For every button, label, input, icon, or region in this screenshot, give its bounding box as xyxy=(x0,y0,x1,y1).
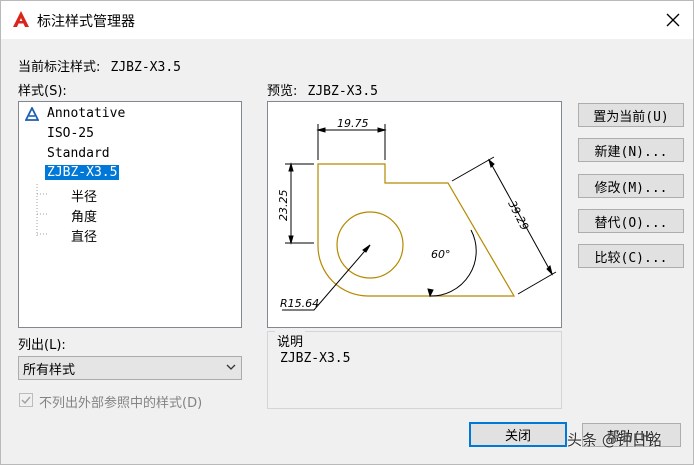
styles-label: 样式(S): xyxy=(18,84,67,99)
list-item-zjbz-x3-5[interactable]: ZJBZ-X3.5 xyxy=(45,165,120,180)
list-item-diameter[interactable]: 直径 xyxy=(71,226,97,245)
dimension-texts: 19.75 23.25 39.29 60° R15.64 xyxy=(277,117,531,310)
dim-diagonal-text: 39.29 xyxy=(505,198,531,232)
list-filter-label: 列出(L): xyxy=(18,338,66,353)
part-outline xyxy=(317,163,516,297)
preview-label-row: 预览: ZJBZ-X3.5 xyxy=(267,80,378,99)
current-style-row: 当前标注样式: ZJBZ-X3.5 xyxy=(18,56,181,75)
close-button[interactable] xyxy=(659,7,687,33)
title-bar: 标注样式管理器 xyxy=(1,1,693,39)
preview-drawing: 19.75 23.25 39.29 60° R15.64 xyxy=(277,117,557,311)
dim-left-text: 23.25 xyxy=(277,190,290,222)
annotative-icon xyxy=(25,107,39,121)
autocad-logo-icon xyxy=(13,11,29,27)
exclude-xref-label: 不列出外部参照中的样式(D) xyxy=(39,396,203,411)
list-item-angle[interactable]: 角度 xyxy=(71,206,97,225)
preview-panel: 19.75 23.25 39.29 60° R15.64 xyxy=(267,101,562,328)
dim-top-text: 19.75 xyxy=(337,117,369,130)
list-item-annotative[interactable]: Annotative xyxy=(47,106,125,121)
modify-button[interactable]: 修改(M)... xyxy=(578,174,684,198)
dim-angle-text: 60° xyxy=(431,248,451,261)
exclude-xref-checkbox[interactable] xyxy=(19,393,33,407)
list-item-iso-25[interactable]: ISO-25 xyxy=(47,126,94,141)
description-value: ZJBZ-X3.5 xyxy=(280,351,351,366)
list-filter-dropdown[interactable]: 所有样式 xyxy=(18,356,242,380)
styles-list[interactable]: Annotative ISO-25 Standard ZJBZ-X3.5 半径 … xyxy=(18,101,242,328)
watermark-text: 头条 @钟日铭 xyxy=(567,431,662,449)
chevron-down-icon xyxy=(226,364,236,370)
set-current-button[interactable]: 置为当前(U) xyxy=(578,103,684,127)
checkmark-icon xyxy=(21,396,31,405)
current-style-value: ZJBZ-X3.5 xyxy=(110,60,181,75)
close-dialog-button[interactable]: 关闭 xyxy=(469,422,567,447)
preview-style-name: ZJBZ-X3.5 xyxy=(307,84,378,99)
new-button[interactable]: 新建(N)... xyxy=(578,138,684,162)
dimension-style-manager-dialog: 标注样式管理器 当前标注样式: ZJBZ-X3.5 样式(S): Annotat… xyxy=(0,0,694,465)
description-label: 说明 xyxy=(275,331,306,350)
current-style-label: 当前标注样式: xyxy=(18,60,101,75)
list-item-radius[interactable]: 半径 xyxy=(71,186,97,205)
dim-radius-text: R15.64 xyxy=(280,297,319,310)
preview-label: 预览: xyxy=(267,84,298,99)
tree-lines xyxy=(36,184,49,236)
list-item-standard[interactable]: Standard xyxy=(47,146,110,161)
override-button[interactable]: 替代(O)... xyxy=(578,209,684,233)
list-filter-value: 所有样式 xyxy=(23,363,76,378)
window-title: 标注样式管理器 xyxy=(37,14,135,30)
close-icon xyxy=(666,13,680,27)
compare-button[interactable]: 比较(C)... xyxy=(578,244,684,268)
description-group xyxy=(267,331,562,409)
